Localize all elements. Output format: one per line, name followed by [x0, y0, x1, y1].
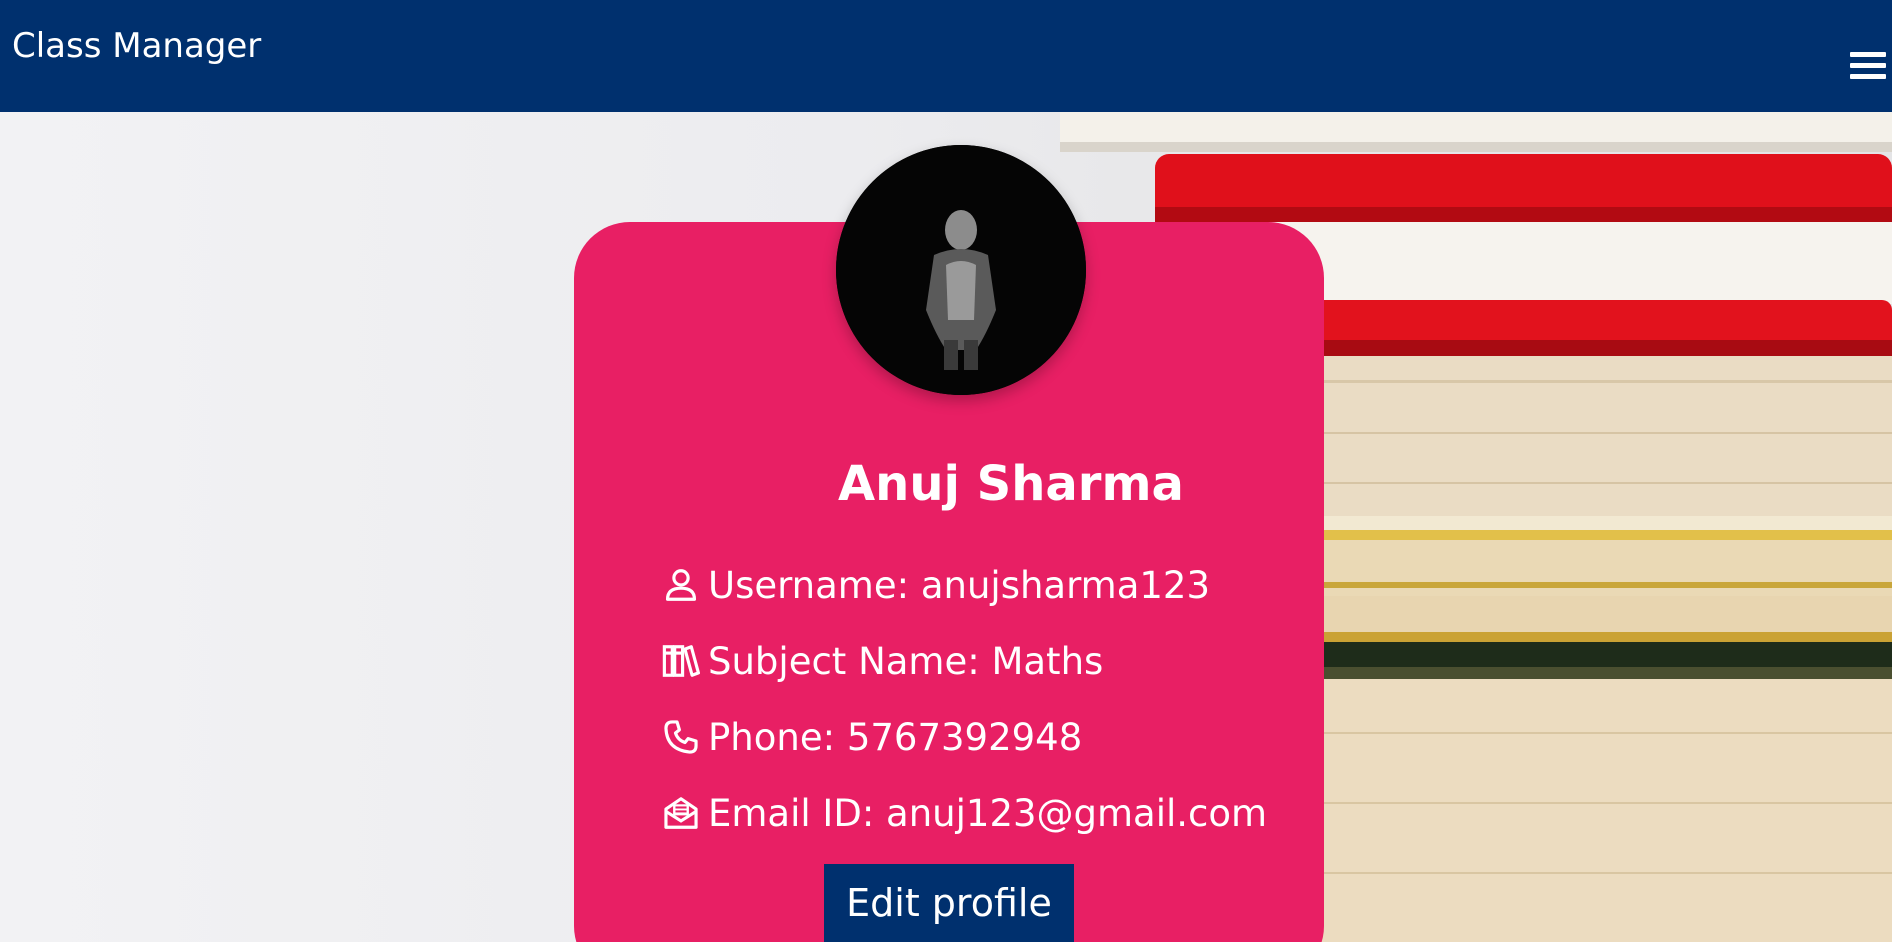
email-row: Email ID: anuj123@gmail.com	[662, 791, 1267, 835]
envelope-open-icon	[664, 797, 698, 829]
hamburger-menu-icon[interactable]	[1850, 52, 1886, 88]
user-icon	[665, 569, 697, 601]
phone-text: Phone: 5767392948	[708, 715, 1083, 759]
person-silhouette-icon	[836, 145, 1086, 395]
edit-profile-button[interactable]: Edit profile	[824, 864, 1074, 942]
subject-text: Subject Name: Maths	[708, 639, 1104, 683]
phone-row: Phone: 5767392948	[662, 715, 1082, 759]
username-text: Username: anujsharma123	[708, 563, 1210, 607]
username-row: Username: anujsharma123	[662, 563, 1210, 607]
subject-row: Subject Name: Maths	[662, 639, 1103, 683]
top-navbar: Class Manager	[0, 0, 1892, 112]
app-title[interactable]: Class Manager	[12, 26, 261, 66]
email-text: Email ID: anuj123@gmail.com	[708, 791, 1268, 835]
books-icon	[662, 645, 700, 677]
profile-avatar	[836, 145, 1086, 395]
phone-icon	[664, 720, 698, 754]
profile-name: Anuj Sharma	[838, 456, 1184, 512]
